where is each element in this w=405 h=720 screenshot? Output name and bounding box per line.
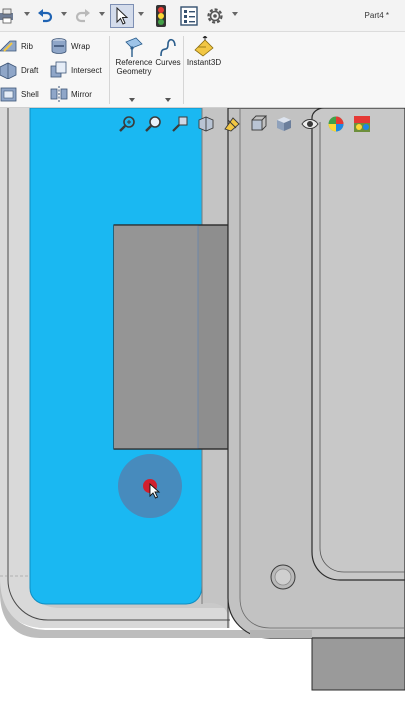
options-gear-icon[interactable] <box>204 4 226 28</box>
screw-head-inner <box>274 568 292 586</box>
shell-icon <box>0 87 17 102</box>
reference-geometry-icon <box>125 37 143 57</box>
instant3d-icon <box>194 36 214 57</box>
instant3d-label: Instant3D <box>186 58 222 67</box>
intersect-icon <box>50 61 67 78</box>
heads-up-view-toolbar <box>118 112 400 136</box>
reference-geometry-button[interactable]: Reference Geometry <box>113 36 155 76</box>
intersect-button[interactable]: Intersect <box>50 61 102 79</box>
curves-label: Curves <box>155 58 181 67</box>
wrap-label: Wrap <box>71 41 90 51</box>
raised-panel[interactable] <box>311 108 405 581</box>
file-properties-icon[interactable] <box>178 4 200 28</box>
mirror-icon <box>50 86 68 102</box>
redo-dropdown-icon[interactable] <box>99 12 105 16</box>
options-dropdown-icon[interactable] <box>232 12 238 16</box>
ribbon-separator <box>109 36 110 104</box>
instant3d-button[interactable]: Instant3D <box>186 36 222 67</box>
draft-button[interactable]: Draft <box>0 61 38 79</box>
reference-geometry-dropdown-icon[interactable] <box>129 98 135 102</box>
undo-dropdown-icon[interactable] <box>61 12 67 16</box>
view-orientation-icon[interactable] <box>248 114 268 134</box>
lower-ledge[interactable] <box>250 630 312 638</box>
quick-access-toolbar: Part4 * <box>0 0 405 32</box>
mouse-pointer-icon <box>149 483 161 499</box>
edit-appearance-icon[interactable] <box>326 114 346 134</box>
print-dropdown-icon[interactable] <box>24 12 30 16</box>
graphics-viewport[interactable] <box>0 108 405 720</box>
draft-icon <box>0 62 17 79</box>
select-icon[interactable] <box>110 4 134 28</box>
apply-scene-icon[interactable] <box>352 114 372 134</box>
section-view-icon[interactable] <box>196 114 216 134</box>
previous-view-icon[interactable] <box>170 114 190 134</box>
wrap-button[interactable]: Wrap <box>50 37 90 55</box>
rib-button[interactable]: Rib <box>0 37 33 55</box>
boss-shaded-face[interactable] <box>114 225 198 449</box>
rib-icon <box>0 40 17 52</box>
hide-show-items-icon[interactable] <box>300 114 320 134</box>
display-style-icon[interactable] <box>274 114 294 134</box>
print-icon[interactable] <box>0 4 14 28</box>
reference-geometry-label-line1: Reference <box>115 58 153 67</box>
undo-icon[interactable] <box>36 4 54 28</box>
dynamic-annotation-icon[interactable] <box>222 114 242 134</box>
document-title: Part4 * <box>364 11 389 20</box>
redo-icon[interactable] <box>74 4 92 28</box>
draft-label: Draft <box>21 65 39 75</box>
mirror-button[interactable]: Mirror <box>50 85 92 103</box>
reference-geometry-label-line2: Geometry <box>116 67 152 76</box>
features-ribbon: Rib Draft Shell Wrap Intersect Mirror Re… <box>0 32 405 108</box>
select-dropdown-icon[interactable] <box>138 12 144 16</box>
curves-icon <box>160 38 176 57</box>
intersect-label: Intersect <box>71 65 102 75</box>
model-part-graphics[interactable] <box>0 108 405 720</box>
curves-dropdown-icon[interactable] <box>165 98 171 102</box>
rib-label: Rib <box>21 41 34 51</box>
ribbon-separator <box>183 36 184 104</box>
zoom-to-fit-icon[interactable] <box>118 114 138 134</box>
wrap-icon <box>51 38 67 54</box>
shell-label: Shell <box>21 89 39 99</box>
curves-button[interactable]: Curves <box>155 36 181 67</box>
lower-step-block[interactable] <box>311 637 405 691</box>
zoom-to-area-icon[interactable] <box>144 114 164 134</box>
mirror-label: Mirror <box>71 89 92 99</box>
shell-button[interactable]: Shell <box>0 85 39 103</box>
rebuild-icon[interactable] <box>152 4 170 28</box>
